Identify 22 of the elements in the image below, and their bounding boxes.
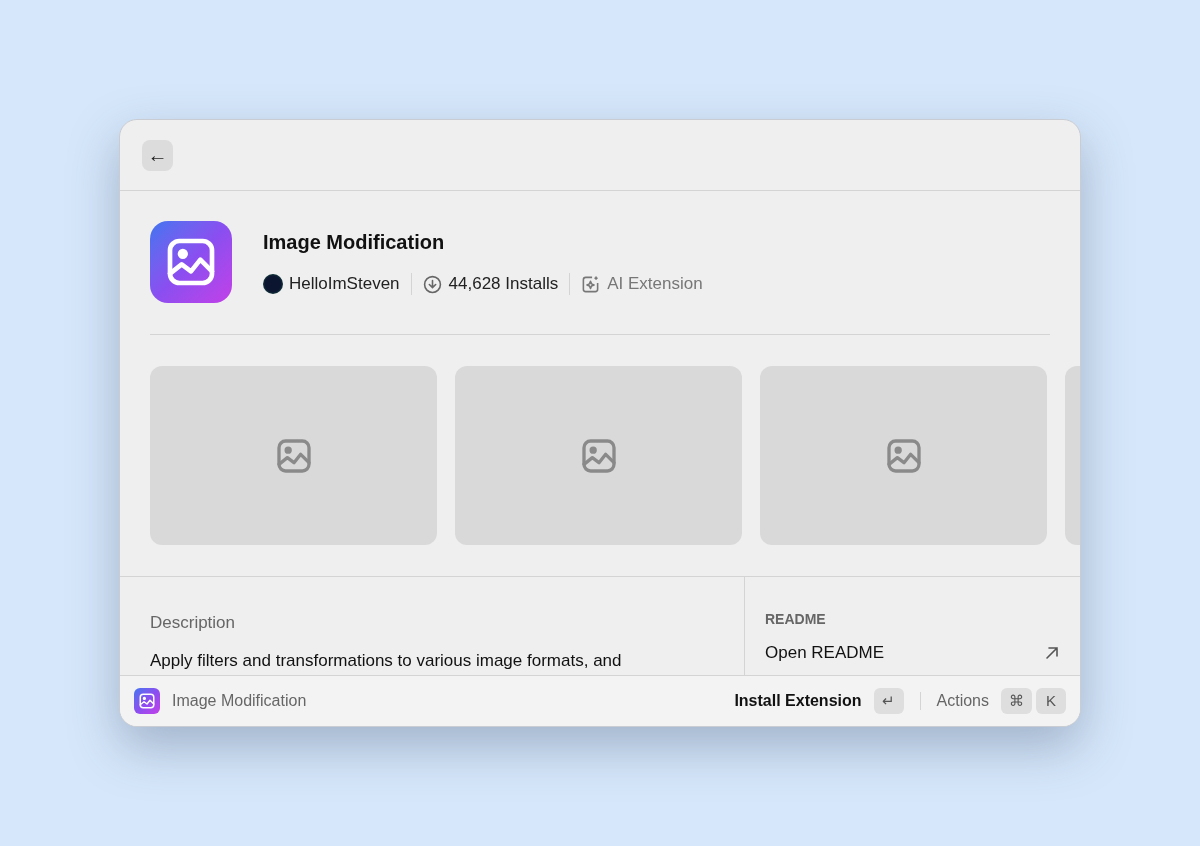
screenshot-placeholder[interactable] xyxy=(455,366,742,545)
key-cap: ↵ xyxy=(873,688,904,714)
back-button[interactable]: ← xyxy=(142,139,173,171)
actions-button[interactable]: Actions xyxy=(936,689,989,713)
description-text: Apply filters and transformations to various image formats, and xyxy=(150,649,623,672)
key-cap: ⌘ xyxy=(1001,688,1032,714)
avatar xyxy=(263,274,283,294)
readme-link[interactable]: Open README xyxy=(765,640,885,666)
section-heading: Description xyxy=(150,612,237,634)
screenshot-placeholder[interactable] xyxy=(760,366,1047,545)
extension-type-label: AI Extension xyxy=(607,273,703,296)
screenshot-placeholder[interactable] xyxy=(150,366,437,545)
section-heading: README xyxy=(765,610,827,629)
extension-title: Image Modification xyxy=(263,230,446,256)
install-extension-button[interactable]: Install Extension xyxy=(734,689,862,713)
sparkle-icon xyxy=(581,274,601,294)
download-icon xyxy=(422,274,442,294)
install-count: 44,628 Installs xyxy=(448,273,559,296)
footer-title: Image Modification xyxy=(172,691,307,711)
author-name[interactable]: HelloImSteven xyxy=(289,271,400,297)
key-cap: K xyxy=(1036,688,1066,714)
external-link-icon xyxy=(1044,644,1060,661)
